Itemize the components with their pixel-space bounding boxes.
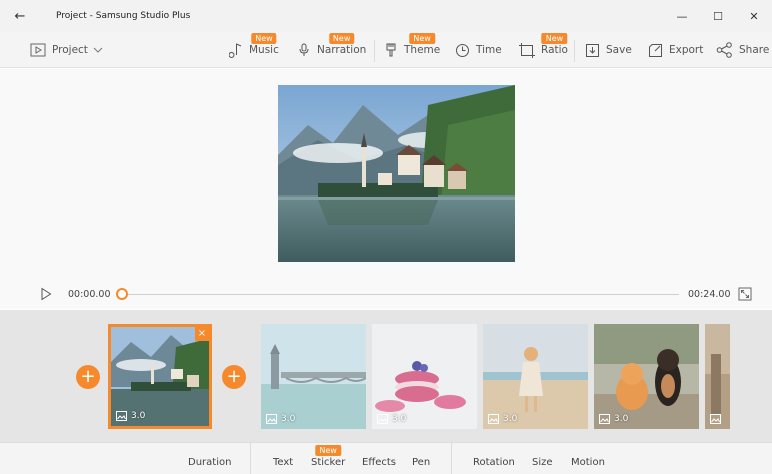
preview-image [278,85,515,262]
brush-icon [386,43,396,57]
window-controls: — ☐ ✕ [664,0,772,32]
image-type-icon [599,414,610,424]
clip-thumbnail[interactable]: 3.0 [594,324,699,429]
clip-duration: 3.0 [131,411,146,421]
narration-label: Narration [317,44,367,56]
ratio-label: Ratio [541,44,568,56]
remove-clip-icon[interactable]: × [195,327,209,341]
music-new-badge: New [251,33,277,44]
image-type-icon [488,414,499,424]
clip-thumbnail[interactable] [705,324,730,429]
total-time: 00:24.00 [688,289,731,300]
effects-option[interactable]: Effects [362,457,396,468]
motion-option[interactable]: Motion [571,457,605,468]
main-toolbar: Project New Music New Narration New Theme T… [0,32,772,68]
add-clip-button[interactable]: + [222,365,246,389]
timeline-strip: + × 3.0 + 3.0 3.0 3.0 3.0 [0,310,772,442]
duration-option[interactable]: Duration [188,457,231,468]
back-arrow-icon[interactable]: ← [6,9,34,24]
theme-new-badge: New [409,33,435,44]
clip-thumbnail[interactable]: × 3.0 [108,324,212,429]
project-icon [30,43,46,57]
play-icon[interactable] [40,287,52,301]
clock-icon [456,43,469,57]
export-label: Export [669,44,704,56]
minimize-button[interactable]: — [664,0,700,32]
fullscreen-icon[interactable] [738,287,752,301]
current-time: 00:00.00 [68,289,111,300]
toolbar-divider [374,40,375,62]
theme-button[interactable]: New Theme [384,32,440,68]
clip-thumbnail[interactable]: 3.0 [261,324,366,429]
playback-bar: 00:00.00 00:24.00 [0,281,772,309]
title-bar: ← Project - Samsung Studio Plus — ☐ ✕ [0,0,772,32]
ratio-button[interactable]: New Ratio [519,32,568,68]
share-label: Share [739,44,770,56]
save-button[interactable]: Save [585,32,632,68]
microphone-icon [299,43,309,56]
save-download-icon [586,43,599,57]
export-icon [649,43,662,57]
project-label: Project [52,44,88,56]
text-option[interactable]: Text [273,457,293,468]
music-label: Music [249,44,279,56]
edit-options-bar: Duration Text New Sticker Effects Pen Rot… [0,442,772,474]
chevron-down-icon [93,47,103,53]
clip-thumbnail[interactable]: 3.0 [483,324,588,429]
close-window-button[interactable]: ✕ [736,0,772,32]
sticker-new-badge: New [315,445,341,456]
preview-area [0,69,772,281]
window-title: Project - Samsung Studio Plus [56,11,191,21]
image-type-icon [266,414,277,424]
clip-duration: 3.0 [503,414,518,424]
options-divider [451,443,452,474]
image-type-icon [710,414,721,424]
narration-button[interactable]: New Narration [297,32,366,68]
save-label: Save [606,44,632,56]
ratio-new-badge: New [541,33,568,44]
maximize-button[interactable]: ☐ [700,0,736,32]
options-divider [250,443,251,474]
music-note-icon [229,43,242,58]
add-clip-button[interactable]: + [76,365,100,389]
time-button[interactable]: Time [455,32,502,68]
project-dropdown[interactable]: Project [30,32,109,68]
share-icon [716,42,732,58]
seek-knob[interactable] [116,288,128,300]
clip-duration: 3.0 [281,414,296,424]
rotation-option[interactable]: Rotation [473,457,515,468]
export-button[interactable]: Export [648,32,703,68]
narration-new-badge: New [328,33,355,44]
clip-thumbnail[interactable]: 3.0 [372,324,477,429]
clip-duration: 3.0 [614,414,629,424]
crop-ratio-icon [519,42,535,58]
share-button[interactable]: Share [716,32,769,68]
theme-label: Theme [404,44,441,56]
toolbar-divider [574,40,575,62]
seek-track[interactable] [127,294,679,295]
sticker-option[interactable]: New Sticker [311,445,346,468]
sticker-label: Sticker [311,457,346,468]
image-type-icon [116,411,127,421]
clip-duration: 3.0 [392,414,407,424]
image-type-icon [377,414,388,424]
pen-option[interactable]: Pen [412,457,430,468]
time-label: Time [476,44,502,56]
music-button[interactable]: New Music [229,32,279,68]
size-option[interactable]: Size [532,457,553,468]
